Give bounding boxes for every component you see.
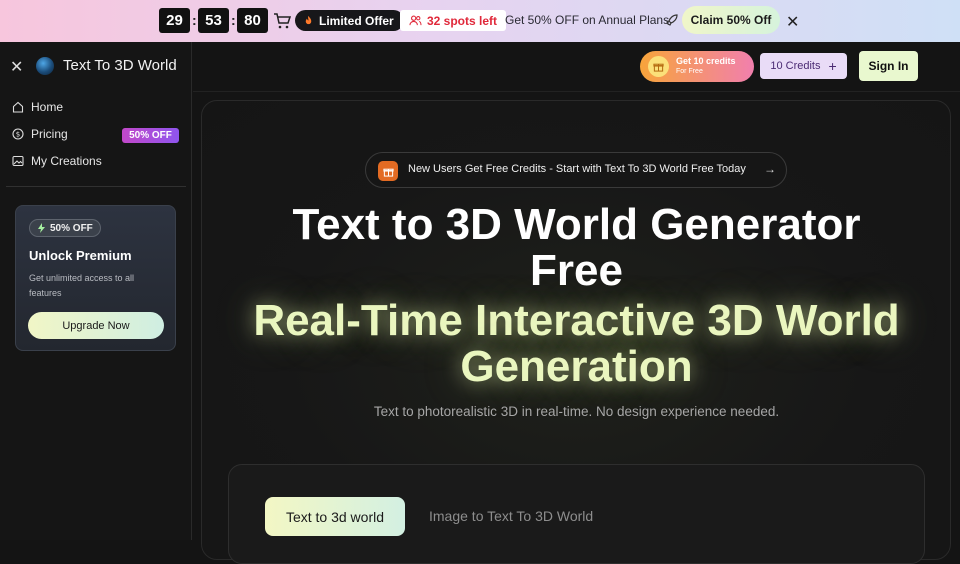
sidebar-item-home[interactable]: Home	[12, 97, 63, 117]
credits-label: 10 Credits	[770, 60, 821, 72]
announcement-text: New Users Get Free Credits - Start with …	[408, 163, 746, 175]
annual-offer-text: Get 50% OFF on Annual Plans	[505, 13, 670, 27]
svg-text:$: $	[16, 131, 20, 139]
arrow-right-icon: →	[764, 162, 776, 176]
tab-text-to-3d-world[interactable]: Text to 3d world	[265, 497, 405, 536]
logo	[36, 57, 54, 75]
brand-name: Text To 3D World	[63, 57, 177, 74]
users-icon	[409, 15, 422, 26]
spots-left-label: 32 spots left	[427, 13, 498, 28]
timer-hours: 29	[159, 8, 190, 33]
premium-description: Get unlimited access to all features	[29, 273, 135, 298]
sidebar-item-my-creations[interactable]: My Creations	[12, 151, 102, 171]
limited-offer-badge: Limited Offer	[295, 10, 404, 31]
cart-icon	[274, 13, 291, 29]
premium-title: Unlock Premium	[29, 248, 132, 263]
page-title: Text to 3D World Generator Free	[193, 202, 960, 294]
sidebar: ✕ Text To 3D World Home $ Pricing 50% OF…	[0, 42, 192, 540]
gift-icon	[378, 161, 398, 181]
highlight-title-line: Real-Time Interactive 3D World	[253, 296, 900, 345]
timer-minutes: 53	[198, 8, 229, 33]
sidebar-item-label: Pricing	[31, 127, 68, 141]
credits-button[interactable]: 10 Credits +	[760, 53, 847, 79]
home-icon	[12, 101, 24, 113]
sign-in-button[interactable]: Sign In	[859, 51, 918, 81]
timer-separator: :	[231, 12, 236, 28]
free-credits-subtitle: For Free	[676, 68, 703, 75]
lightning-icon	[38, 223, 45, 233]
premium-card: 50% OFF Unlock Premium Get unlimited acc…	[15, 205, 176, 351]
free-credits-button[interactable]: Get 10 credits For Free	[640, 51, 754, 82]
image-icon	[12, 155, 24, 167]
timer-seconds: 80	[237, 8, 268, 33]
announcement-pill[interactable]: New Users Get Free Credits - Start with …	[365, 152, 787, 188]
sidebar-item-label: My Creations	[31, 154, 102, 168]
upgrade-button[interactable]: Upgrade Now	[28, 312, 164, 339]
promo-bar: 29 : 53 : 80 Limited Offer 32 spots left…	[0, 0, 960, 42]
premium-discount-badge: 50% OFF	[29, 219, 101, 237]
dollar-icon: $	[12, 128, 24, 140]
rocket-icon	[666, 14, 678, 26]
claim-offer-button[interactable]: Claim 50% Off	[682, 6, 780, 34]
spots-left-badge: 32 spots left	[400, 10, 507, 31]
discount-badge: 50% OFF	[122, 128, 179, 143]
limited-offer-label: Limited Offer	[319, 13, 394, 28]
premium-badge-label: 50% OFF	[50, 222, 93, 234]
page-subtitle: Text to photorealistic 3D in real-time. …	[373, 404, 780, 419]
tab-image-to-3d-world[interactable]: Image to Text To 3D World	[429, 508, 593, 524]
plus-icon: +	[828, 58, 837, 74]
page-title-line: Text to 3D World Generator	[292, 200, 861, 249]
gift-icon	[648, 56, 669, 77]
top-header: Get 10 credits For Free 10 Credits + Sig…	[193, 42, 960, 92]
free-credits-title: Get 10 credits	[676, 56, 736, 66]
page-highlight-title: Real-Time Interactive 3D World Generatio…	[193, 298, 960, 390]
sidebar-item-label: Home	[31, 100, 64, 114]
sidebar-item-pricing[interactable]: $ Pricing	[12, 124, 68, 144]
page-title-line: Free	[530, 246, 623, 295]
fire-icon	[305, 15, 312, 25]
close-icon[interactable]: ✕	[786, 12, 799, 32]
close-sidebar-icon[interactable]: ✕	[10, 57, 23, 77]
divider	[6, 186, 186, 187]
timer-separator: :	[192, 12, 197, 28]
highlight-title-line: Generation	[460, 342, 693, 391]
